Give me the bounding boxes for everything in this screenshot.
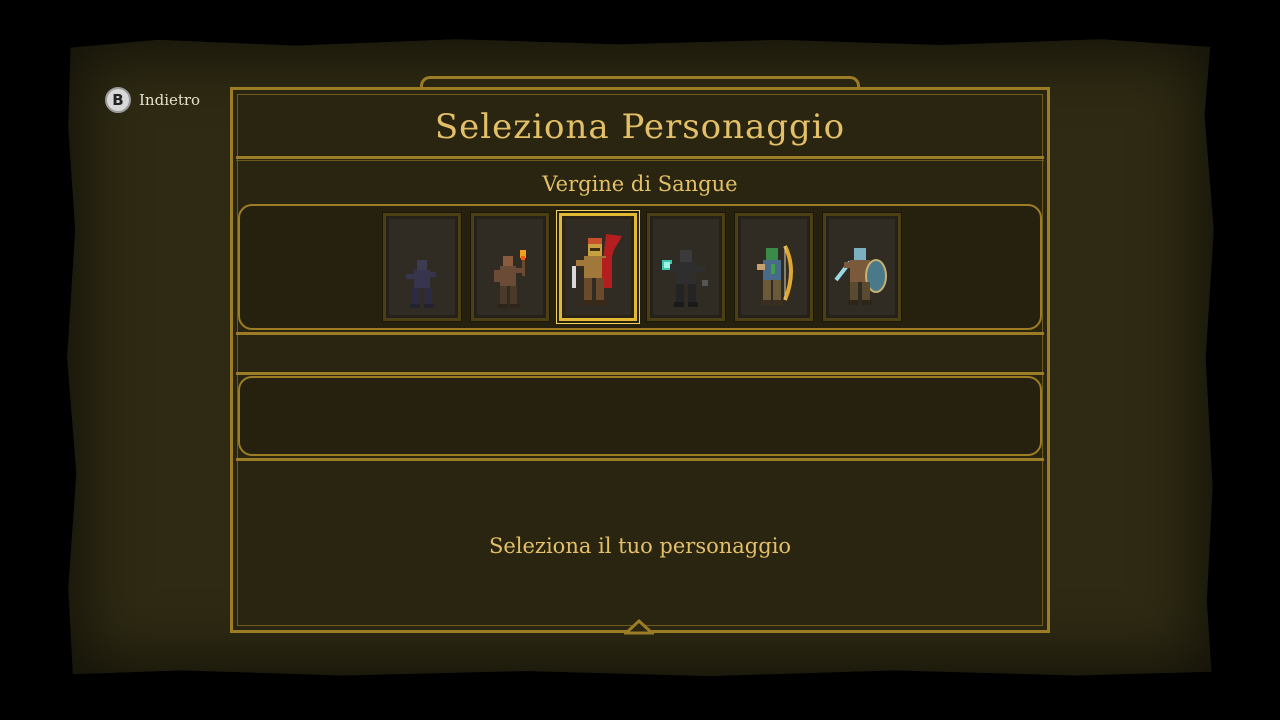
ninja-character-icon [406, 260, 436, 308]
selected-character-name: Vergine di Sangue [542, 172, 738, 196]
stats-panel [238, 376, 1042, 456]
shield-warrior-character-icon [834, 248, 887, 305]
back-label: Indietro [139, 91, 201, 109]
back-button[interactable]: B Indietro [105, 85, 200, 115]
character-description: Seleziona il tuo personaggio [488, 534, 792, 558]
lower-divider [236, 458, 1044, 461]
page-title: Seleziona Personaggio [434, 107, 846, 147]
title-divider [236, 156, 1044, 159]
character-slot-2[interactable] [470, 212, 550, 322]
character-select-screen: B Indietro Seleziona Personaggio Vergine… [0, 0, 1280, 720]
blood-maiden-character-icon [572, 234, 622, 305]
character-slot-5[interactable] [734, 212, 814, 322]
character-slot-6[interactable] [822, 212, 902, 322]
character-slots [382, 210, 902, 324]
character-slot-4[interactable] [646, 212, 726, 322]
character-slot-1[interactable] [382, 212, 462, 322]
frame-bottom-ornament [624, 619, 654, 635]
b-button-icon: B [105, 87, 131, 113]
character-slot-3[interactable] [556, 210, 640, 324]
archer-character-icon [757, 245, 793, 305]
slots-divider [236, 332, 1044, 335]
torchbearer-character-icon [494, 250, 526, 308]
middle-divider [236, 372, 1044, 375]
dark-knight-character-icon [662, 250, 708, 307]
title-divider-thin [236, 160, 1044, 161]
